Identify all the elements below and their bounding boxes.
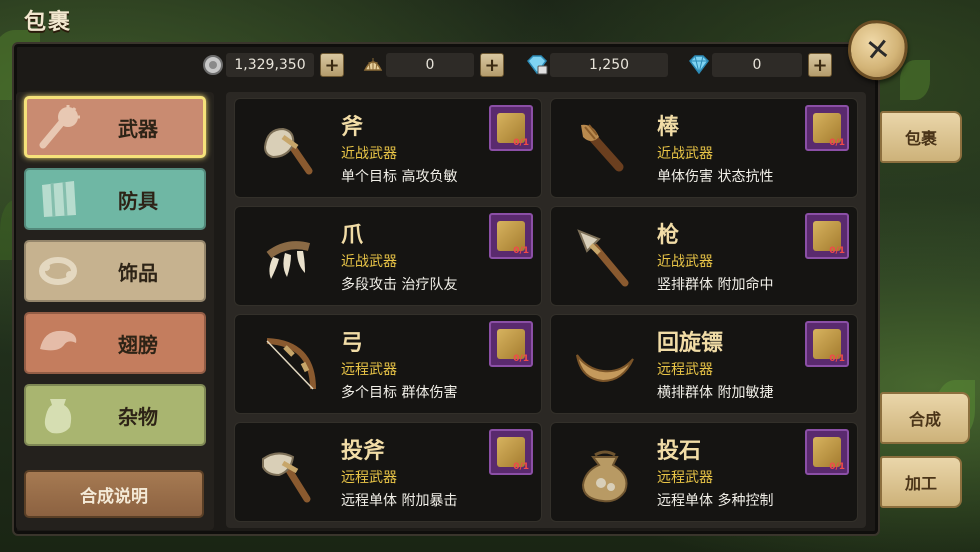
- diamond-icon: [686, 52, 712, 78]
- club-icon: [27, 99, 91, 155]
- item-type: 近战武器: [341, 254, 397, 270]
- item-name: 弓: [341, 331, 364, 356]
- category-label: 饰品: [118, 260, 158, 285]
- item-card-spear[interactable]: 枪 近战武器 竖排群体 附加命中 0/1: [550, 206, 858, 306]
- category-sidebar: 武器 防具 饰品 翅膀 杂物 合成说明: [16, 92, 214, 530]
- silver-amount: 1,329,350: [226, 53, 314, 77]
- category-misc[interactable]: 杂物: [24, 384, 206, 446]
- category-accessories[interactable]: 饰品: [24, 240, 206, 302]
- window-title: 包裹: [24, 10, 73, 35]
- add-silver-button[interactable]: +: [320, 53, 344, 77]
- recipe-scroll-slot[interactable]: 0/1: [489, 105, 533, 151]
- item-name: 投斧: [341, 439, 386, 464]
- recipe-scroll-slot[interactable]: 0/1: [805, 321, 849, 367]
- armor-icon: [26, 171, 90, 227]
- recipe-guide-button[interactable]: 合成说明: [24, 470, 204, 518]
- shell-icon: [360, 52, 386, 78]
- club-icon: [569, 113, 641, 185]
- item-card-stone-bag[interactable]: 投石 远程武器 远程单体 多种控制 0/1: [550, 422, 858, 522]
- item-description: 远程单体 附加暴击: [341, 493, 458, 509]
- recipe-scroll-slot[interactable]: 0/1: [489, 429, 533, 475]
- recipe-count: 0/1: [513, 354, 529, 364]
- claw-icon: [253, 221, 325, 293]
- currency-locked-diamond: 1,250: [524, 53, 668, 77]
- category-label: 防具: [118, 188, 158, 213]
- item-card-club[interactable]: 棒 近战武器 单体伤害 状态抗性 0/1: [550, 98, 858, 198]
- recipe-count: 0/1: [829, 246, 845, 256]
- bow-icon: [253, 329, 325, 401]
- shell-amount: 0: [386, 53, 474, 77]
- category-weapons[interactable]: 武器: [24, 96, 206, 158]
- diamond-amount: 0: [712, 53, 802, 77]
- category-label: 翅膀: [118, 332, 158, 357]
- recipe-count: 0/1: [513, 462, 529, 472]
- item-description: 单个目标 高攻负敏: [341, 169, 458, 185]
- category-armor[interactable]: 防具: [24, 168, 206, 230]
- spear-icon: [569, 221, 641, 293]
- recipe-count: 0/1: [829, 462, 845, 472]
- item-type: 远程武器: [341, 470, 397, 486]
- item-card-axe[interactable]: 斧 近战武器 单个目标 高攻负敏 0/1: [234, 98, 542, 198]
- item-name: 斧: [341, 115, 364, 140]
- recipe-count: 0/1: [513, 138, 529, 148]
- boomerang-icon: [569, 329, 641, 401]
- wing-icon: [26, 315, 90, 371]
- item-description: 单体伤害 状态抗性: [657, 169, 774, 185]
- recipe-scroll-slot[interactable]: 0/1: [805, 105, 849, 151]
- stone-axe-icon: [253, 113, 325, 185]
- tab-craft[interactable]: 合成: [880, 392, 970, 444]
- add-shell-button[interactable]: +: [480, 53, 504, 77]
- recipe-count: 0/1: [829, 138, 845, 148]
- category-label: 杂物: [118, 404, 158, 429]
- throwing-axe-icon: [253, 437, 325, 509]
- recipe-count: 0/1: [513, 246, 529, 256]
- recipe-scroll-slot[interactable]: 0/1: [805, 429, 849, 475]
- item-name: 枪: [657, 223, 680, 248]
- item-name: 棒: [657, 115, 680, 140]
- currency-diamond: 0 +: [686, 53, 832, 77]
- item-type: 远程武器: [341, 362, 397, 378]
- item-card-boomerang[interactable]: 回旋镖 远程武器 横排群体 附加敏捷 0/1: [550, 314, 858, 414]
- tab-process[interactable]: 加工: [880, 456, 962, 508]
- recipe-scroll-slot[interactable]: 0/1: [805, 213, 849, 259]
- background-leaf: [900, 60, 930, 100]
- item-card-throwing-axe[interactable]: 投斧 远程武器 远程单体 附加暴击 0/1: [234, 422, 542, 522]
- category-label: 武器: [118, 116, 158, 141]
- tab-bag[interactable]: 包裹: [880, 111, 962, 163]
- category-wings[interactable]: 翅膀: [24, 312, 206, 374]
- jar-icon: [26, 387, 90, 443]
- item-type: 远程武器: [657, 470, 713, 486]
- item-description: 竖排群体 附加命中: [657, 277, 774, 293]
- recipe-scroll-slot[interactable]: 0/1: [489, 321, 533, 367]
- item-description: 多段攻击 治疗队友: [341, 277, 458, 293]
- add-diamond-button[interactable]: +: [808, 53, 832, 77]
- item-type: 近战武器: [657, 146, 713, 162]
- item-description: 横排群体 附加敏捷: [657, 385, 774, 401]
- item-card-claw[interactable]: 爪 近战武器 多段攻击 治疗队友 0/1: [234, 206, 542, 306]
- stone-bag-icon: [569, 437, 641, 509]
- item-description: 远程单体 多种控制: [657, 493, 774, 509]
- recipe-count: 0/1: [829, 354, 845, 364]
- item-grid: 斧 近战武器 单个目标 高攻负敏 0/1 棒 近战武器 单体伤害 状态抗性 0/…: [226, 92, 866, 528]
- recipe-scroll-slot[interactable]: 0/1: [489, 213, 533, 259]
- item-name: 投石: [657, 439, 702, 464]
- item-name: 回旋镖: [657, 331, 724, 356]
- silver-coin-icon: [200, 52, 226, 78]
- item-name: 爪: [341, 223, 364, 248]
- locked-diamond-amount: 1,250: [550, 53, 668, 77]
- locked-diamond-icon: [524, 52, 550, 78]
- close-icon: ✕: [863, 31, 893, 69]
- item-type: 远程武器: [657, 362, 713, 378]
- bracelet-icon: [26, 243, 90, 299]
- item-type: 近战武器: [341, 146, 397, 162]
- item-card-bow[interactable]: 弓 远程武器 多个目标 群体伤害 0/1: [234, 314, 542, 414]
- currency-silver: 1,329,350 +: [200, 53, 344, 77]
- item-description: 多个目标 群体伤害: [341, 385, 458, 401]
- item-type: 近战武器: [657, 254, 713, 270]
- currency-shell: 0 +: [360, 53, 504, 77]
